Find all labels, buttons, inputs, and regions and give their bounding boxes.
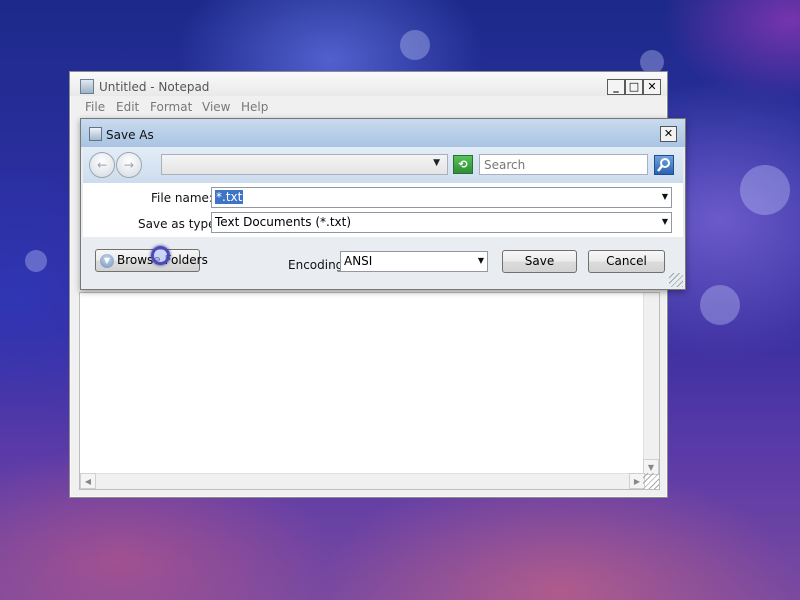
busy-cursor-icon (151, 246, 170, 265)
search-input[interactable] (484, 158, 643, 172)
wallpaper-bokeh (700, 285, 740, 325)
address-dropdown-icon[interactable]: ▼ (433, 158, 440, 168)
save-as-dialog: Save As ✕ ← → ▼ ⟲ File name: *.txt ▼ Sav… (80, 118, 686, 290)
horizontal-scrollbar[interactable]: ◀ ▶ (80, 473, 645, 489)
menu-help[interactable]: Help (241, 100, 268, 114)
size-grip[interactable] (643, 473, 659, 489)
save-as-type-value: Text Documents (*.txt) (215, 215, 352, 229)
wallpaper-bokeh (400, 30, 430, 60)
minimize-button[interactable]: _ (607, 79, 625, 95)
dialog-title: Save As (106, 128, 154, 142)
file-name-value: *.txt (215, 190, 244, 204)
dialog-footer: ▼ Browse Folders Encoding: ANSI ▼ Save C… (83, 237, 683, 287)
save-button[interactable]: Save (502, 250, 577, 273)
dialog-close-button[interactable]: ✕ (660, 126, 677, 142)
back-arrow-icon[interactable]: ← (89, 152, 115, 178)
scroll-left-arrow-icon[interactable]: ◀ (80, 473, 96, 489)
wallpaper-bokeh (740, 165, 790, 215)
notepad-titlebar[interactable]: Untitled - Notepad _ □ ✕ (70, 72, 667, 96)
wallpaper-bokeh (25, 250, 47, 272)
forward-arrow-icon[interactable]: → (116, 152, 142, 178)
chevron-down-icon: ▼ (100, 254, 114, 268)
refresh-icon[interactable]: ⟲ (453, 155, 473, 174)
search-icon[interactable] (654, 155, 674, 175)
menu-format[interactable]: Format (150, 100, 192, 114)
menu-view[interactable]: View (202, 100, 230, 114)
save-as-type-select[interactable]: Text Documents (*.txt) ▼ (211, 212, 672, 233)
encoding-dropdown-icon[interactable]: ▼ (478, 256, 484, 265)
dialog-titlebar[interactable]: Save As ✕ (81, 119, 685, 147)
dialog-resize-grip[interactable] (669, 273, 683, 287)
dialog-nav-bar: ← → ▼ ⟲ (83, 147, 683, 183)
dialog-form-panel: File name: *.txt ▼ Save as type: Text Do… (83, 183, 683, 237)
save-dialog-icon (89, 127, 102, 141)
menu-file[interactable]: File (85, 100, 105, 114)
browse-folders-button[interactable]: ▼ Browse Folders (95, 249, 208, 272)
notepad-app-icon (80, 79, 94, 94)
address-bar[interactable]: ▼ (161, 154, 448, 175)
maximize-button[interactable]: □ (625, 79, 643, 95)
menu-edit[interactable]: Edit (116, 100, 139, 114)
file-name-label: File name: (151, 191, 213, 205)
save-as-type-dropdown-icon[interactable]: ▼ (662, 217, 668, 226)
file-name-dropdown-icon[interactable]: ▼ (662, 192, 668, 201)
encoding-label: Encoding: (288, 258, 348, 272)
close-button[interactable]: ✕ (643, 79, 661, 95)
text-edit-area[interactable]: ▼ ◀ ▶ (79, 292, 660, 490)
save-as-type-label: Save as type: (138, 217, 220, 231)
encoding-select[interactable]: ANSI ▼ (340, 251, 488, 272)
search-field[interactable] (479, 154, 648, 175)
file-name-input[interactable]: *.txt ▼ (211, 187, 672, 208)
encoding-value: ANSI (344, 254, 373, 268)
notepad-title: Untitled - Notepad (99, 80, 210, 94)
cancel-button[interactable]: Cancel (588, 250, 665, 273)
vertical-scrollbar[interactable]: ▼ (643, 293, 659, 475)
